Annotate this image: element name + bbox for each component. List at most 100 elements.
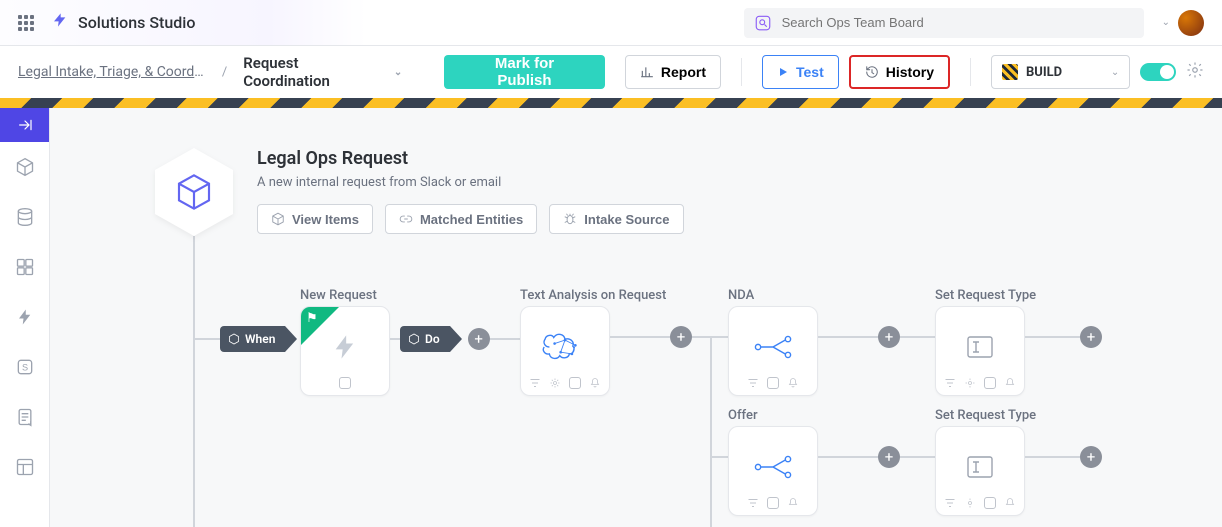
bell-icon[interactable] [589, 377, 601, 389]
main-area: S Legal Ops Request A new internal reque… [0, 108, 1222, 527]
checkbox-icon[interactable] [767, 497, 779, 509]
checkbox-icon[interactable] [569, 377, 581, 389]
node-label: NDA [728, 288, 754, 303]
rail-cube-icon[interactable] [0, 142, 49, 192]
checkbox-icon[interactable] [984, 497, 996, 509]
build-env-icon [1002, 64, 1018, 80]
connector [900, 336, 936, 338]
bug-icon [563, 212, 577, 226]
do-pill[interactable]: Do [400, 326, 450, 352]
analysis-node[interactable] [520, 306, 610, 396]
flag-icon: ⚑ [306, 311, 318, 326]
gear-icon[interactable] [964, 377, 976, 389]
connector [818, 456, 878, 458]
cube-icon [228, 333, 240, 345]
intake-source-button[interactable]: Intake Source [549, 204, 683, 234]
chevron-down-icon: ⌄ [1162, 17, 1170, 28]
connector [1025, 336, 1080, 338]
rail-bolt-icon[interactable] [0, 292, 49, 342]
toolbar: Legal Intake, Triage, & Coordi… / Reques… [0, 46, 1222, 98]
bell-icon[interactable] [1004, 497, 1016, 509]
workflow-subtitle: A new internal request from Slack or ema… [257, 175, 684, 190]
branch-node-offer[interactable] [728, 426, 818, 516]
avatar[interactable] [1178, 10, 1204, 36]
when-pill[interactable]: When [220, 326, 285, 352]
apps-menu-icon[interactable] [18, 15, 34, 31]
brain-icon [539, 327, 591, 367]
bar-chart-icon [640, 65, 654, 79]
cube-icon [408, 333, 420, 345]
rail-layout-icon[interactable] [0, 442, 49, 492]
enable-toggle[interactable] [1140, 63, 1176, 81]
checkbox-icon[interactable] [767, 377, 779, 389]
filter-icon[interactable] [529, 377, 541, 389]
rail-expand-button[interactable] [0, 108, 49, 142]
add-step-button[interactable]: + [1080, 326, 1102, 348]
connector [818, 336, 878, 338]
search-input[interactable] [782, 15, 1134, 30]
workflow-title: Legal Ops Request [257, 148, 684, 169]
bell-icon[interactable] [1004, 377, 1016, 389]
connector [390, 338, 400, 340]
test-button[interactable]: Test [762, 55, 839, 89]
search-scope-icon [754, 14, 772, 32]
trigger-node[interactable]: ⚑ [300, 306, 390, 396]
mark-for-publish-button[interactable]: Mark for Publish [444, 55, 605, 89]
filter-icon[interactable] [747, 377, 759, 389]
user-menu[interactable]: ⌄ [1162, 10, 1204, 36]
text-input-icon [965, 452, 995, 482]
bell-icon[interactable] [787, 497, 799, 509]
branch-node-nda[interactable] [728, 306, 818, 396]
gear-icon[interactable] [549, 377, 561, 389]
gear-icon[interactable] [964, 497, 976, 509]
breadcrumb-root[interactable]: Legal Intake, Triage, & Coordi… [18, 64, 206, 80]
rail-database-icon[interactable] [0, 192, 49, 242]
add-step-button[interactable]: + [670, 326, 692, 348]
add-step-button[interactable]: + [468, 328, 490, 350]
chevron-down-icon: ⌄ [394, 67, 402, 78]
rail-string-icon[interactable]: S [0, 342, 49, 392]
connector [1025, 456, 1080, 458]
bell-icon[interactable] [787, 377, 799, 389]
filter-icon[interactable] [944, 377, 956, 389]
history-button[interactable]: History [849, 55, 950, 89]
left-rail: S [0, 108, 50, 527]
node-label: Set Request Type [935, 288, 1036, 303]
connector [194, 338, 220, 340]
search-box[interactable] [744, 8, 1144, 38]
view-items-button[interactable]: View Items [257, 204, 373, 234]
connector [692, 336, 712, 338]
workflow-canvas[interactable]: Legal Ops Request A new internal request… [50, 108, 1222, 527]
checkbox-icon[interactable] [339, 377, 351, 389]
node-label: Offer [728, 408, 758, 423]
filter-icon[interactable] [944, 497, 956, 509]
connector [610, 336, 670, 338]
app-title: Solutions Studio [78, 13, 195, 32]
node-label: Text Analysis on Request [520, 288, 666, 303]
cube-icon [271, 212, 285, 226]
add-step-button[interactable]: + [1080, 446, 1102, 468]
hazard-strip [0, 98, 1222, 108]
bolt-icon [331, 330, 359, 364]
action-node-set-type-a[interactable] [935, 306, 1025, 396]
workflow-type-icon [155, 148, 233, 236]
breadcrumb-current[interactable]: Request Coordination ⌄ [243, 54, 402, 90]
filter-icon[interactable] [747, 497, 759, 509]
report-button[interactable]: Report [625, 55, 721, 89]
rail-form-icon[interactable] [0, 392, 49, 442]
rail-grid-icon[interactable] [0, 242, 49, 292]
matched-entities-button[interactable]: Matched Entities [385, 204, 537, 234]
divider [970, 58, 971, 86]
bolt-logo-icon [52, 11, 68, 34]
action-node-set-type-b[interactable] [935, 426, 1025, 516]
connector [710, 337, 712, 527]
gear-icon[interactable] [1186, 61, 1204, 83]
chevron-down-icon: ⌄ [1111, 67, 1119, 78]
checkbox-icon[interactable] [984, 377, 996, 389]
environment-select[interactable]: BUILD ⌄ [991, 55, 1130, 89]
divider [741, 58, 742, 86]
add-step-button[interactable]: + [878, 326, 900, 348]
add-step-button[interactable]: + [878, 446, 900, 468]
svg-text:S: S [21, 362, 27, 372]
connector [710, 336, 728, 338]
